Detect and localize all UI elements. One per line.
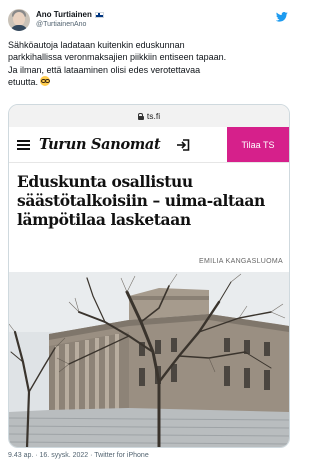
tweet-text-line: etuutta.: [8, 75, 290, 88]
author-handle[interactable]: @TurtiainenAno: [36, 20, 104, 30]
photographer-byline: EMILIA KANGASLUOMA: [199, 258, 283, 265]
finland-flag-icon: [94, 12, 104, 18]
lock-icon: [137, 112, 144, 120]
newspaper-logo: Turun Sanomat: [39, 136, 161, 153]
author-info[interactable]: Ano Turtiainen @TurtiainenAno: [36, 10, 104, 30]
author-display-name[interactable]: Ano Turtiainen: [36, 10, 104, 20]
nerd-face-emoji-icon: [40, 75, 51, 86]
hamburger-menu-icon: [17, 139, 30, 150]
author-name-text[interactable]: Ano Turtiainen: [36, 10, 92, 20]
article-headline: Eduskunta osallistuu säästötalkoisiin – …: [9, 163, 289, 229]
link-card-image[interactable]: ts.fi Turun Sanomat Tilaa TS Eduskunta o…: [8, 104, 290, 448]
parliament-building-photo: [9, 272, 289, 447]
avatar[interactable]: [8, 9, 30, 31]
url-text: ts.fi: [146, 111, 161, 121]
login-icon: [177, 138, 190, 151]
subscribe-button: Tilaa TS: [227, 127, 289, 162]
tweet-text-line-last: etuutta.: [8, 76, 39, 87]
headline-line: Eduskunta osallistuu: [17, 172, 193, 191]
tweet-text-line: parkkihallissa veronmaksajien piikkiin e…: [8, 52, 227, 63]
tweet-timestamp[interactable]: 9.43 ap. · 16. syysk. 2022 · Twitter for…: [8, 452, 149, 459]
tweet-header: Ano Turtiainen @TurtiainenAno: [8, 9, 288, 31]
tweet-text: Sähköautoja ladataan kuitenkin eduskunna…: [8, 39, 290, 88]
twitter-bird-icon[interactable]: [276, 12, 288, 22]
browser-url-bar: ts.fi: [9, 105, 289, 127]
headline-line: lämpötilaa lasketaan: [17, 210, 191, 229]
headline-line: säästötalkoisiin – uima-altaan: [17, 191, 265, 210]
tweet-text-line: Ja ilman, että lataaminen olisi edes ver…: [8, 64, 201, 75]
tweet-text-line: Sähköautoja ladataan kuitenkin eduskunna…: [8, 40, 185, 50]
